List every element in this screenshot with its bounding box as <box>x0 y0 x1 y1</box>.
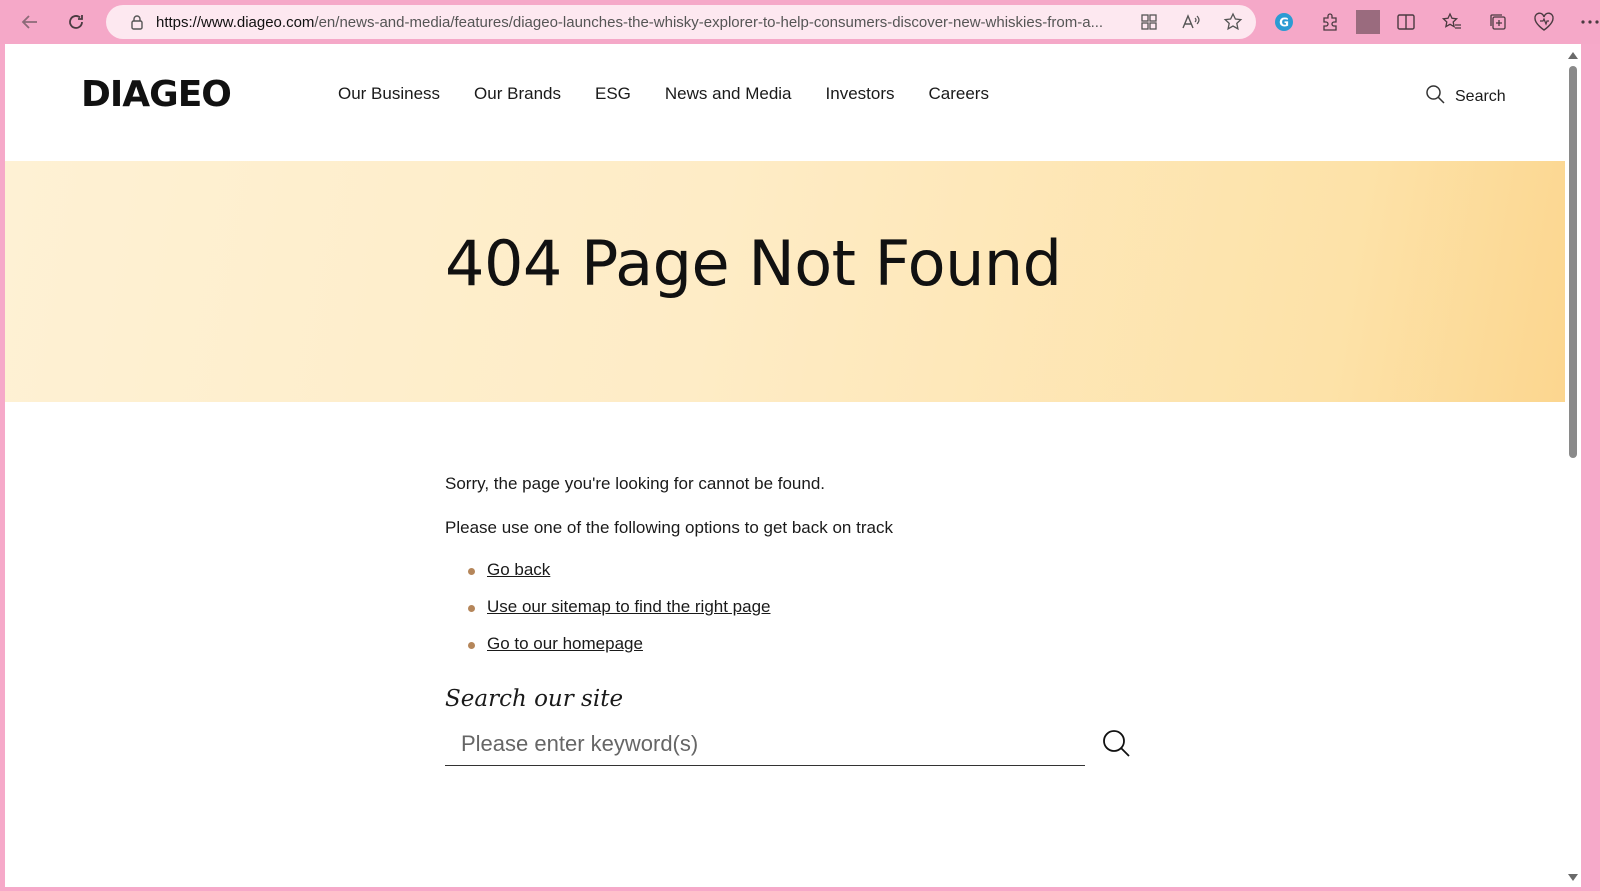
homepage-link[interactable]: Go to our homepage <box>487 634 643 653</box>
bullet-icon <box>468 605 475 612</box>
vertical-scrollbar[interactable] <box>1565 44 1581 887</box>
favorite-star-icon[interactable] <box>1222 11 1244 33</box>
collections-icon[interactable] <box>1486 10 1510 34</box>
sorry-message: Sorry, the page you're looking for canno… <box>445 474 826 493</box>
search-icon <box>1103 730 1130 757</box>
bullet-icon <box>468 568 475 575</box>
scroll-up-icon[interactable] <box>1568 52 1578 59</box>
go-back-link[interactable]: Go back <box>487 560 550 579</box>
site-search-form <box>445 722 1145 772</box>
search-input[interactable] <box>445 722 1085 766</box>
nav-esg[interactable]: ESG <box>595 84 631 104</box>
search-heading: Search our site <box>445 686 624 712</box>
list-item: Go back <box>445 560 771 597</box>
hero-banner: 404 Page Not Found <box>5 161 1565 402</box>
extensions-icon[interactable] <box>1318 10 1342 34</box>
site-header: DIAGEO Our Business Our Brands ESG News … <box>5 44 1565 161</box>
lock-icon[interactable] <box>128 13 146 31</box>
grammarly-icon[interactable]: G <box>1272 10 1296 34</box>
header-search-button[interactable]: Search <box>1425 84 1506 109</box>
page-title: 404 Page Not Found <box>445 227 1062 300</box>
read-aloud-icon[interactable] <box>1180 11 1202 33</box>
bullet-icon <box>468 642 475 649</box>
toolbar-divider <box>1356 10 1380 34</box>
list-item: Use our sitemap to find the right page <box>445 597 771 634</box>
page-viewport: DIAGEO Our Business Our Brands ESG News … <box>5 44 1581 887</box>
nav-investors[interactable]: Investors <box>826 84 895 104</box>
browser-essentials-icon[interactable] <box>1532 10 1556 34</box>
favorites-icon[interactable] <box>1440 10 1464 34</box>
more-menu-icon[interactable] <box>1578 10 1600 34</box>
scroll-down-icon[interactable] <box>1568 874 1578 881</box>
url-path: /en/news-and-media/features/diageo-launc… <box>314 13 1104 31</box>
search-icon <box>1425 84 1445 109</box>
browser-toolbar: https://www.diageo.com/en/news-and-media… <box>0 0 1600 44</box>
search-submit-button[interactable] <box>1099 726 1133 760</box>
url-host: https://www.diageo.com <box>156 13 315 31</box>
nav-our-business[interactable]: Our Business <box>338 84 440 104</box>
diageo-logo[interactable]: DIAGEO <box>81 74 232 115</box>
main-navigation: Our Business Our Brands ESG News and Med… <box>338 84 1023 104</box>
nav-news-and-media[interactable]: News and Media <box>665 84 792 104</box>
svg-text:G: G <box>1279 16 1289 30</box>
nav-careers[interactable]: Careers <box>929 84 989 104</box>
sitemap-link[interactable]: Use our sitemap to find the right page <box>487 597 771 616</box>
split-screen-icon[interactable] <box>1394 10 1418 34</box>
header-search-label: Search <box>1455 87 1506 105</box>
app-available-icon[interactable] <box>1138 11 1160 33</box>
address-bar[interactable]: https://www.diageo.com/en/news-and-media… <box>106 5 1256 39</box>
url-text[interactable]: https://www.diageo.com/en/news-and-media… <box>156 14 1116 31</box>
scrollbar-thumb[interactable] <box>1569 66 1577 458</box>
refresh-icon[interactable] <box>62 8 90 36</box>
list-item: Go to our homepage <box>445 634 771 671</box>
back-icon[interactable] <box>16 8 44 36</box>
nav-our-brands[interactable]: Our Brands <box>474 84 561 104</box>
options-message: Please use one of the following options … <box>445 518 893 537</box>
recovery-links: Go back Use our sitemap to find the righ… <box>445 560 771 671</box>
